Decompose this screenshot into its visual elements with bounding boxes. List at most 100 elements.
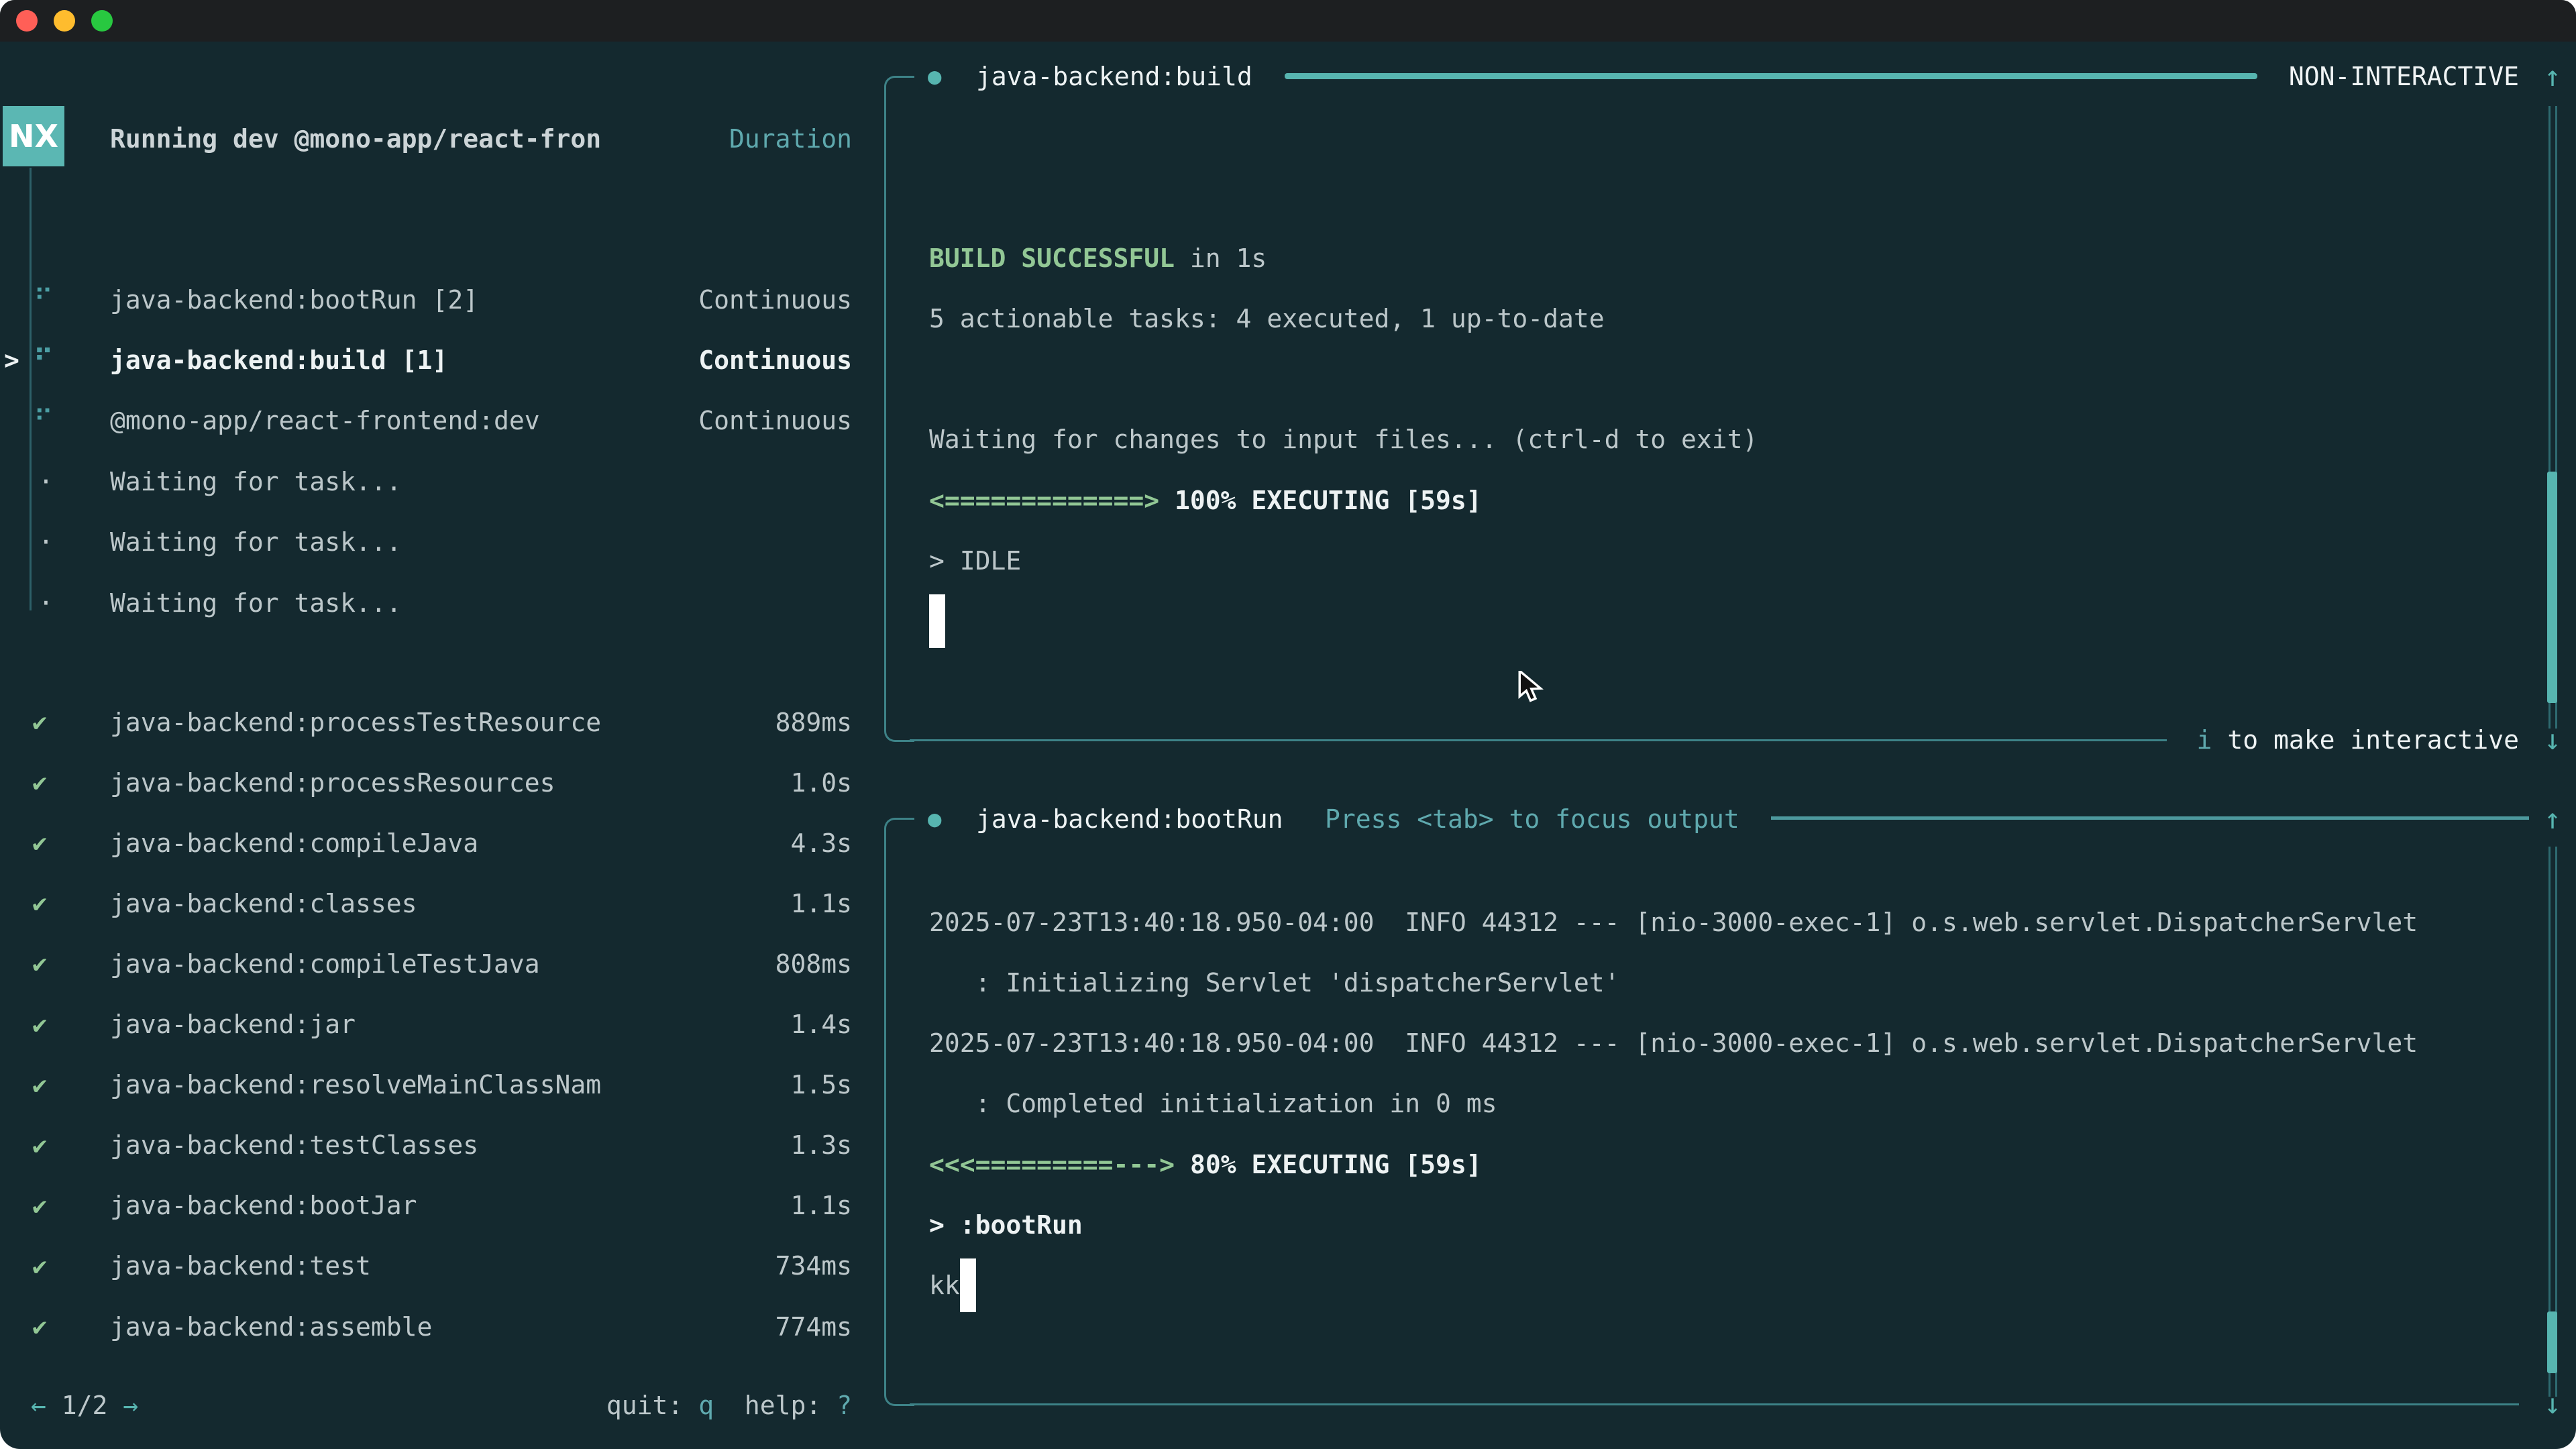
- terminal-text-segment: <<<=========--->: [929, 1150, 1190, 1179]
- interactive-hint-text: to make interactive: [2212, 725, 2519, 755]
- terminal-line: 5 actionable tasks: 4 executed, 1 up-to-…: [929, 288, 1605, 349]
- minimize-button[interactable]: [54, 10, 75, 32]
- sidebar-footer: ← 1/2 → quit: q help: ?: [0, 1375, 872, 1436]
- task-label: Waiting for task...: [110, 467, 402, 496]
- task-duration: Continuous: [698, 345, 852, 375]
- task-duration: 889ms: [775, 708, 852, 737]
- terminal-text-segment: : Completed initialization in 0 ms: [929, 1089, 1497, 1118]
- checkmark-icon: ✔: [32, 1312, 47, 1341]
- terminal-text-segment: Waiting for changes to input files... (c…: [929, 425, 1758, 454]
- terminal-line: : Completed initialization in 0 ms: [929, 1073, 1497, 1134]
- terminal-line: > :bootRun: [929, 1195, 1083, 1256]
- pane-border: [884, 713, 914, 742]
- task-status-dot-icon: ●: [928, 788, 941, 849]
- task-row-running[interactable]: ·Waiting for task...: [0, 451, 872, 512]
- terminal-line: : Initializing Servlet 'dispatcherServle…: [929, 952, 1620, 1013]
- task-row-running[interactable]: ⠋java-backend:bootRun [2]Continuous: [0, 269, 872, 330]
- task-label: java-backend:compileJava: [110, 828, 478, 858]
- task-duration: 1.1s: [790, 1191, 852, 1220]
- pane-border: [884, 101, 886, 729]
- task-row-completed[interactable]: ✔ java-backend:assemble 774ms: [0, 1296, 872, 1357]
- task-row-running[interactable]: >⠋java-backend:build [1]Continuous: [0, 329, 872, 390]
- prev-page-arrow-icon[interactable]: ←: [31, 1391, 46, 1420]
- terminal-text-segment: <=============>: [929, 486, 1175, 515]
- maximize-button[interactable]: [91, 10, 113, 32]
- task-duration: Continuous: [698, 406, 852, 435]
- quit-hint-label: quit:: [606, 1391, 698, 1420]
- task-row-completed[interactable]: ✔java-backend:resolveMainClassNam1.5s: [0, 1055, 872, 1116]
- pane-border: [910, 1403, 2519, 1405]
- close-button[interactable]: [16, 10, 38, 32]
- task-row-completed[interactable]: ✔java-backend:test734ms: [0, 1236, 872, 1297]
- task-row-completed[interactable]: ✔java-backend:processResources1.0s: [0, 752, 872, 813]
- task-label: java-backend:resolveMainClassNam: [110, 1070, 601, 1099]
- terminal-text-segment: 5 actionable tasks: 4 executed, 1 up-to-…: [929, 304, 1605, 333]
- checkmark-icon: ✔: [32, 949, 47, 978]
- checkmark-icon: ✔: [32, 889, 47, 918]
- pane-title: java-backend:build: [976, 46, 1252, 107]
- task-duration: 1.3s: [790, 1130, 852, 1160]
- terminal-line: [929, 591, 945, 652]
- task-duration: 774ms: [775, 1312, 852, 1342]
- waiting-dot-icon: ·: [38, 527, 54, 557]
- task-row-running[interactable]: ·Waiting for task...: [0, 572, 872, 633]
- scroll-down-icon[interactable]: ↓: [2536, 709, 2569, 770]
- quit-key: q: [698, 1391, 714, 1420]
- next-page-arrow-icon[interactable]: →: [123, 1391, 138, 1420]
- terminal-text-segment: BUILD SUCCESSFUL: [929, 244, 1175, 273]
- help-hint-label: help:: [714, 1391, 837, 1420]
- task-label: java-backend:processTestResource: [110, 708, 601, 737]
- scroll-up-icon[interactable]: ↑: [2536, 46, 2569, 107]
- terminal-text-segment: > :bootRun: [929, 1210, 1083, 1240]
- focus-output-hint: Press <tab> to focus output: [1325, 788, 1739, 849]
- task-label: @mono-app/react-frontend:dev: [110, 406, 540, 435]
- selected-task-marker: >: [4, 345, 19, 375]
- task-label: java-backend:testClasses: [110, 1130, 478, 1160]
- terminal-text-segment: 100% EXECUTING [59s]: [1175, 486, 1482, 515]
- waiting-dot-icon: ·: [38, 588, 54, 618]
- scroll-down-icon[interactable]: ↓: [2536, 1373, 2569, 1434]
- task-row-completed[interactable]: ✔java-backend:bootJar1.1s: [0, 1175, 872, 1236]
- task-spinner-icon: ⠋: [34, 284, 53, 315]
- terminal-text-segment: in 1s: [1175, 244, 1267, 273]
- task-row-completed[interactable]: ✔ java-backend:testClasses 1.3s: [0, 1115, 872, 1176]
- task-row-completed[interactable]: ✔ java-backend:processTestResource 889ms: [0, 692, 872, 753]
- terminal-text-segment: 2025-07-23T13:40:18.950-04:00 INFO 44312…: [929, 908, 2418, 937]
- task-spinner-icon: ⠋: [34, 405, 53, 436]
- task-label: java-backend:test: [110, 1251, 371, 1281]
- pane-border: [910, 739, 2167, 741]
- interactive-key: i: [2197, 725, 2212, 755]
- task-sidebar: NX Running dev @mono-app/react-fron Dura…: [0, 42, 872, 1449]
- terminal-text-segment: 2025-07-23T13:40:18.950-04:00 INFO 44312…: [929, 1028, 2418, 1058]
- checkmark-icon: ✔: [32, 708, 47, 737]
- checkmark-icon: ✔: [32, 1131, 47, 1160]
- task-row-completed[interactable]: ✔ java-backend:compileJava 4.3s: [0, 812, 872, 873]
- terminal-line: <=============> 100% EXECUTING [59s]: [929, 470, 1482, 531]
- terminal-line: <<<=========---> 80% EXECUTING [59s]: [929, 1134, 1482, 1195]
- task-duration: Continuous: [698, 285, 852, 315]
- task-row-completed[interactable]: ✔java-backend:jar1.4s: [0, 994, 872, 1055]
- task-duration: 4.3s: [790, 828, 852, 858]
- pane-border: [884, 1377, 914, 1406]
- terminal-line: kk: [929, 1255, 976, 1316]
- task-row-running[interactable]: ⠋ @mono-app/react-frontend:dev Continuous: [0, 390, 872, 451]
- interactive-hint: i to make interactive: [2197, 709, 2519, 770]
- scrollbar-thumb[interactable]: [2547, 472, 2557, 703]
- checkmark-icon: ✔: [32, 1191, 47, 1220]
- task-label: java-backend:jar: [110, 1010, 356, 1039]
- task-duration: 1.1s: [790, 889, 852, 918]
- task-duration: 734ms: [775, 1251, 852, 1281]
- task-label: java-backend:assemble: [110, 1312, 432, 1342]
- task-row-running[interactable]: ·Waiting for task...: [0, 512, 872, 573]
- duration-column-header: Duration: [729, 124, 852, 154]
- scroll-up-icon[interactable]: ↑: [2536, 788, 2569, 849]
- terminal-text-segment: > IDLE: [929, 546, 1021, 576]
- text-cursor: [960, 1258, 976, 1312]
- terminal-text-segment: kk: [929, 1271, 960, 1300]
- task-row-completed[interactable]: ✔java-backend:classes1.1s: [0, 873, 872, 934]
- scrollbar-thumb[interactable]: [2547, 1311, 2557, 1373]
- checkmark-icon: ✔: [32, 828, 47, 857]
- terminal-text-segment: : Initializing Servlet 'dispatcherServle…: [929, 968, 1620, 998]
- terminal-line: > IDLE: [929, 531, 1021, 592]
- task-row-completed[interactable]: ✔java-backend:compileTestJava808ms: [0, 933, 872, 994]
